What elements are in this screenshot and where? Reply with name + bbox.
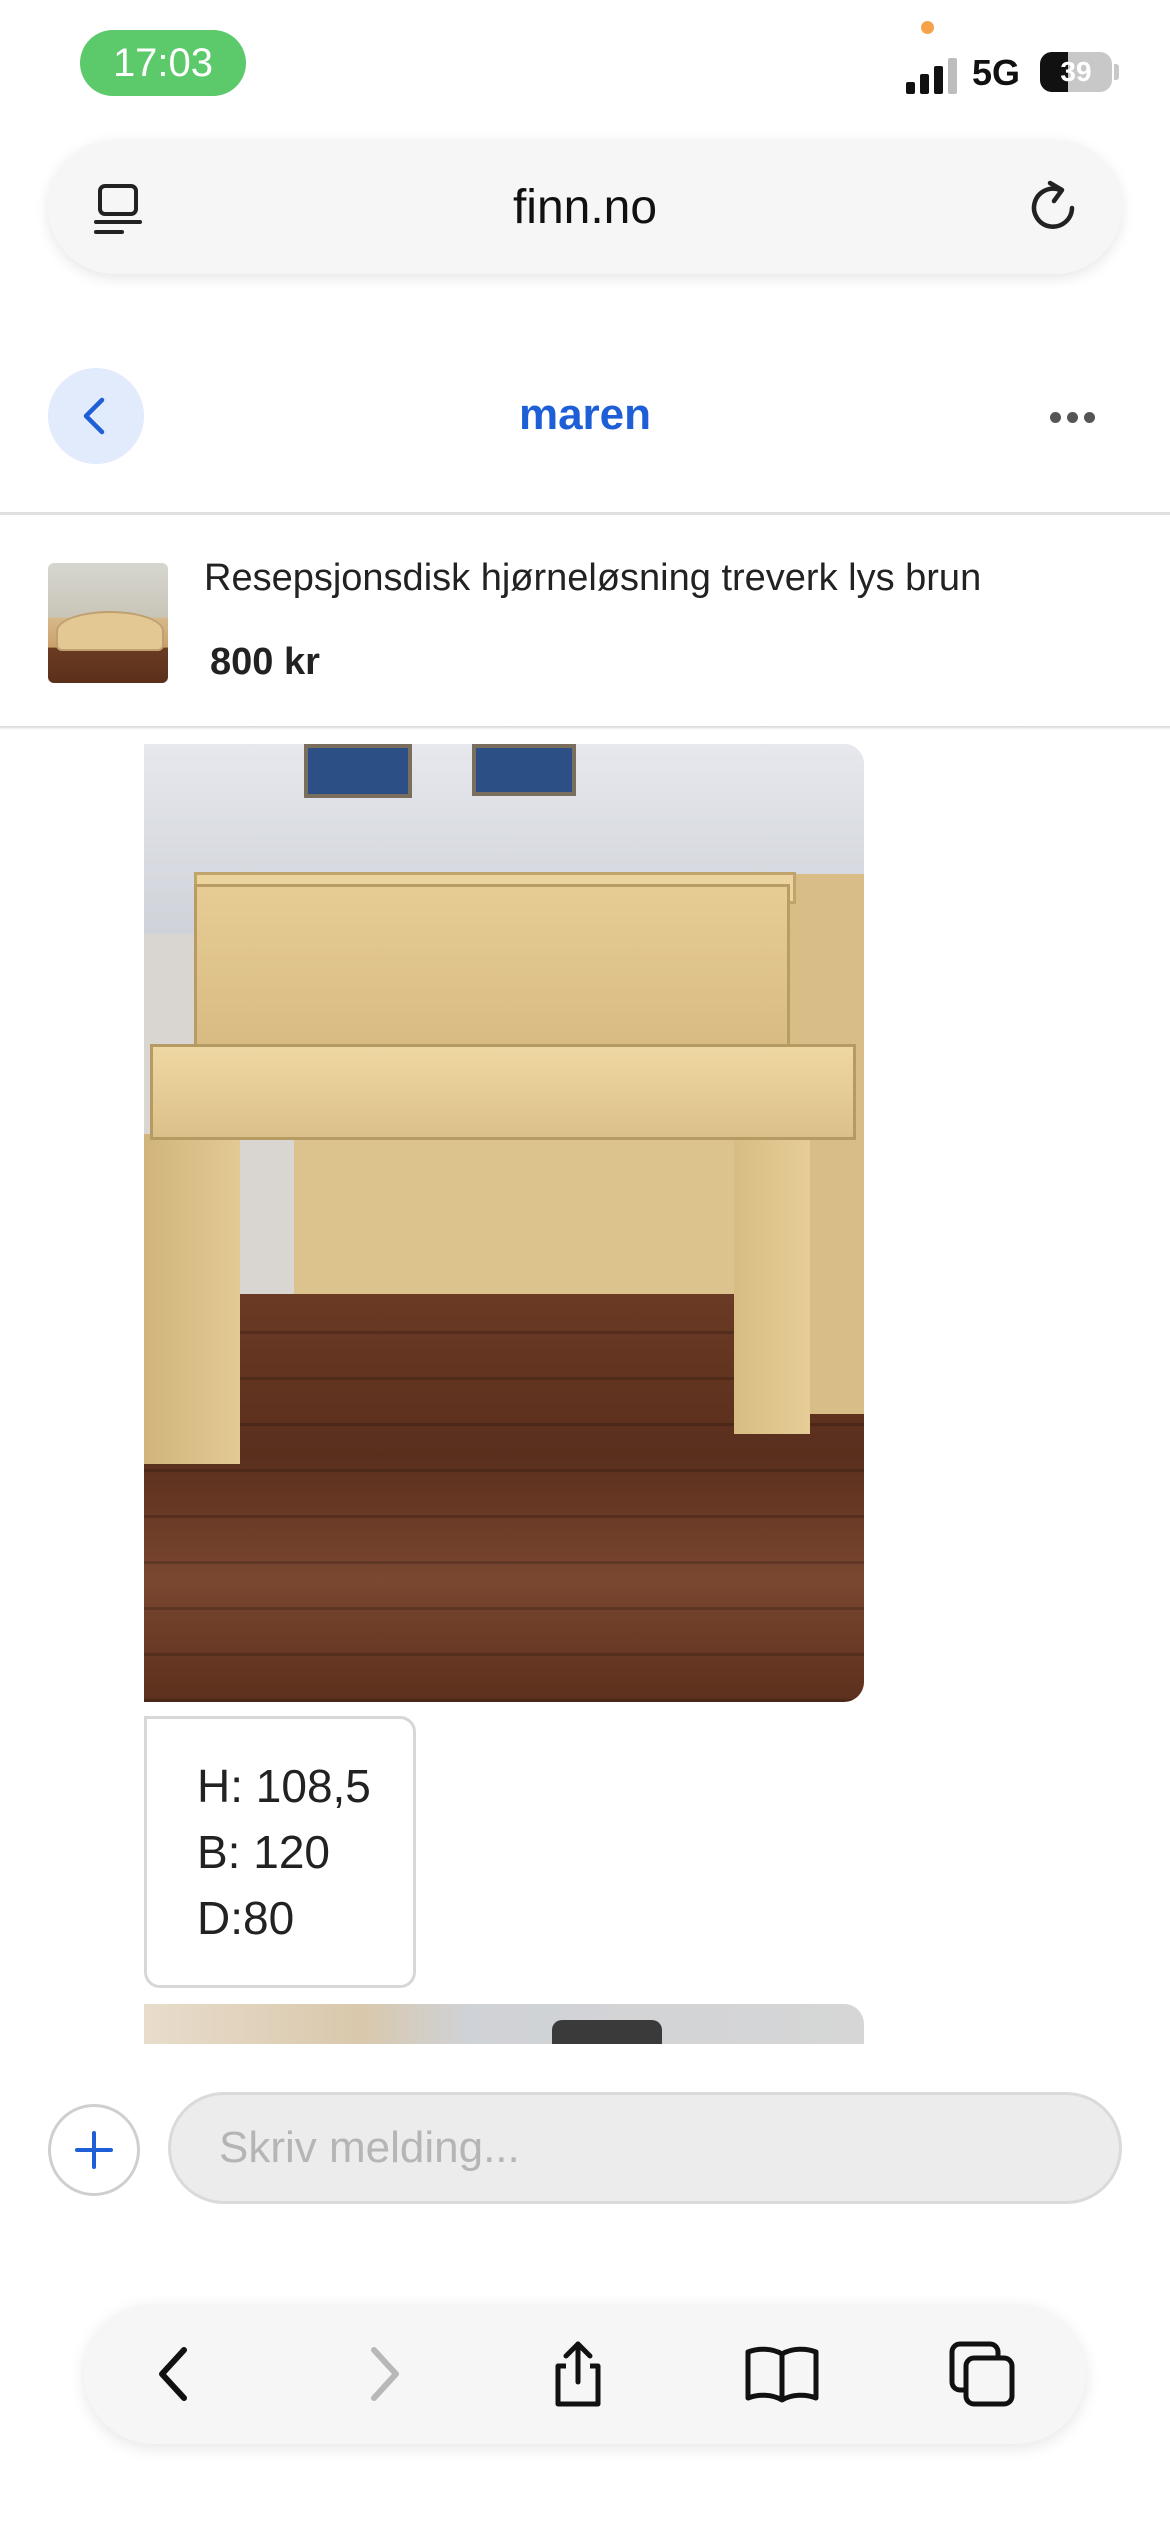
status-time: 17:03 [80,30,246,96]
network-label: 5G [972,52,1021,93]
listing-price: 800 kr [210,641,320,683]
ellipsis-icon[interactable] [1050,412,1096,424]
thumbnail-desk-shape [56,611,164,651]
browser-toolbar [84,2304,1086,2444]
message-bubble[interactable]: H: 108,5 B: 120 D:80 [144,1716,416,1988]
message-line: H: 108,5 [197,1760,371,1812]
share-icon[interactable] [542,2338,614,2410]
battery-percentage: 39 [1060,56,1092,87]
listing-card[interactable]: Resepsjonsdisk hjørneløsning treverk lys… [0,515,1170,728]
message-input[interactable] [168,2092,1122,2204]
signal-strength-icon [906,54,958,94]
back-icon[interactable] [140,2338,212,2410]
listing-thumbnail[interactable] [48,563,168,683]
photo-desk-leg [144,1134,240,1464]
battery-icon: 39 [1040,52,1112,92]
message-photo[interactable] [144,744,864,1702]
plus-icon [75,2131,113,2169]
photo-desk-upper [194,884,790,1050]
photo-desk-back-panel [294,1134,744,1294]
bookmarks-icon[interactable] [744,2338,819,2410]
message-photo-partial[interactable] [144,2004,864,2044]
battery-cap [1114,64,1119,80]
message-line: B: 120 [197,1826,330,1878]
add-attachment-button[interactable] [48,2104,140,2196]
message-line: D:80 [197,1892,295,1944]
listing-card-shadow [0,726,1170,730]
conversation-partner-name: maren [518,390,652,439]
address-bar[interactable]: finn.no [48,140,1122,274]
reload-icon[interactable] [1024,178,1082,236]
listing-title[interactable]: Resepsjonsdisk hjørneløsning treverk lys… [204,557,981,600]
photo-desk-leg [734,1134,810,1434]
forward-icon[interactable] [346,2338,418,2410]
tabs-icon[interactable] [946,2338,1018,2410]
url-text[interactable]: finn.no [48,180,1122,235]
photo-desk-top [150,1044,856,1140]
photo-chair-shape [552,2020,662,2044]
photo-wall-frame [304,744,412,798]
privacy-indicator-dot [921,21,934,34]
photo-wall-frame [472,744,576,796]
